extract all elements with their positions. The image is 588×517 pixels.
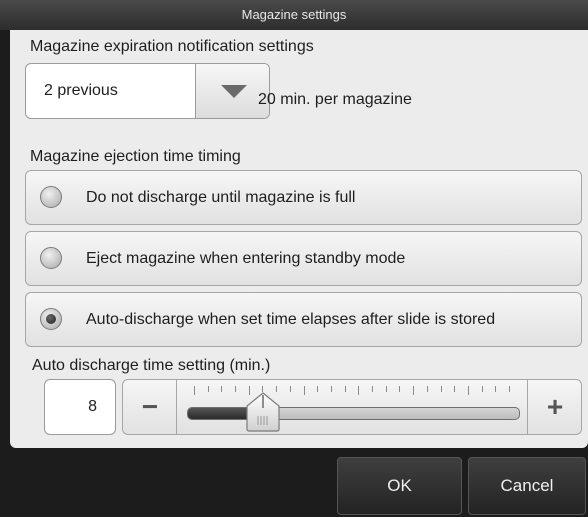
slider-tick [440, 386, 442, 392]
slider-ticks [194, 386, 510, 395]
slider-tick [289, 386, 291, 392]
slider-tick [454, 386, 456, 392]
ejection-option-label: Do not discharge until magazine is full [86, 189, 356, 206]
triangle-down-icon [221, 85, 247, 98]
slider-tick [235, 386, 237, 392]
slider-track[interactable] [187, 407, 520, 420]
per-magazine-label: 20 min. per magazine [258, 91, 412, 108]
slider-tick [303, 386, 305, 395]
slider-tick [207, 386, 209, 392]
decrement-button[interactable]: − [123, 380, 177, 434]
slider-tick [399, 386, 401, 392]
slider-tick [426, 386, 428, 392]
ejection-option-auto[interactable]: Auto-discharge when set time elapses aft… [25, 292, 582, 347]
auto-discharge-value-field[interactable]: 8 [44, 379, 116, 435]
slider-tick [495, 386, 497, 392]
expiration-selected-value: 2 previous [44, 82, 118, 99]
radio-button-selected-icon[interactable] [40, 308, 62, 330]
slider-tick [467, 386, 469, 395]
ejection-option-label: Eject magazine when entering standby mod… [86, 250, 406, 267]
ejection-option-standby[interactable]: Eject magazine when entering standby mod… [25, 231, 582, 286]
radio-button-icon[interactable] [40, 247, 62, 269]
increment-button[interactable]: + [527, 380, 581, 434]
slider-tick [481, 386, 483, 392]
slider-tick [509, 386, 510, 392]
slider-tick [372, 386, 374, 392]
slider-tick [413, 386, 415, 395]
slider-tick [221, 386, 223, 392]
slider-tick [317, 386, 319, 392]
slider-tick [344, 386, 346, 392]
expiration-section-label: Magazine expiration notification setting… [30, 38, 314, 55]
auto-discharge-label: Auto discharge time setting (min.) [32, 357, 271, 374]
ejection-option-full[interactable]: Do not discharge until magazine is full [25, 170, 582, 225]
auto-discharge-value: 8 [88, 398, 97, 415]
slider-tick [330, 386, 332, 392]
ejection-option-label: Auto-discharge when set time elapses aft… [86, 311, 496, 328]
auto-discharge-slider[interactable] [177, 380, 527, 434]
auto-discharge-slider-group: − + [122, 379, 582, 435]
minus-icon: − [141, 391, 159, 422]
plus-icon: + [546, 391, 564, 422]
ok-button[interactable]: OK [337, 457, 462, 515]
cancel-button[interactable]: Cancel [468, 457, 586, 515]
slider-thumb-icon[interactable] [245, 392, 281, 432]
dialog-title: Magazine settings [0, 0, 588, 30]
radio-button-icon[interactable] [40, 186, 62, 208]
magazine-settings-dialog: Magazine settings Magazine expiration no… [0, 0, 588, 517]
slider-tick [358, 386, 360, 395]
slider-tick [385, 386, 387, 392]
expiration-dropdown[interactable]: 2 previous [25, 63, 270, 119]
ejection-section-label: Magazine ejection time timing [30, 148, 241, 165]
slider-tick [194, 386, 195, 395]
settings-panel: Magazine expiration notification setting… [10, 30, 588, 448]
